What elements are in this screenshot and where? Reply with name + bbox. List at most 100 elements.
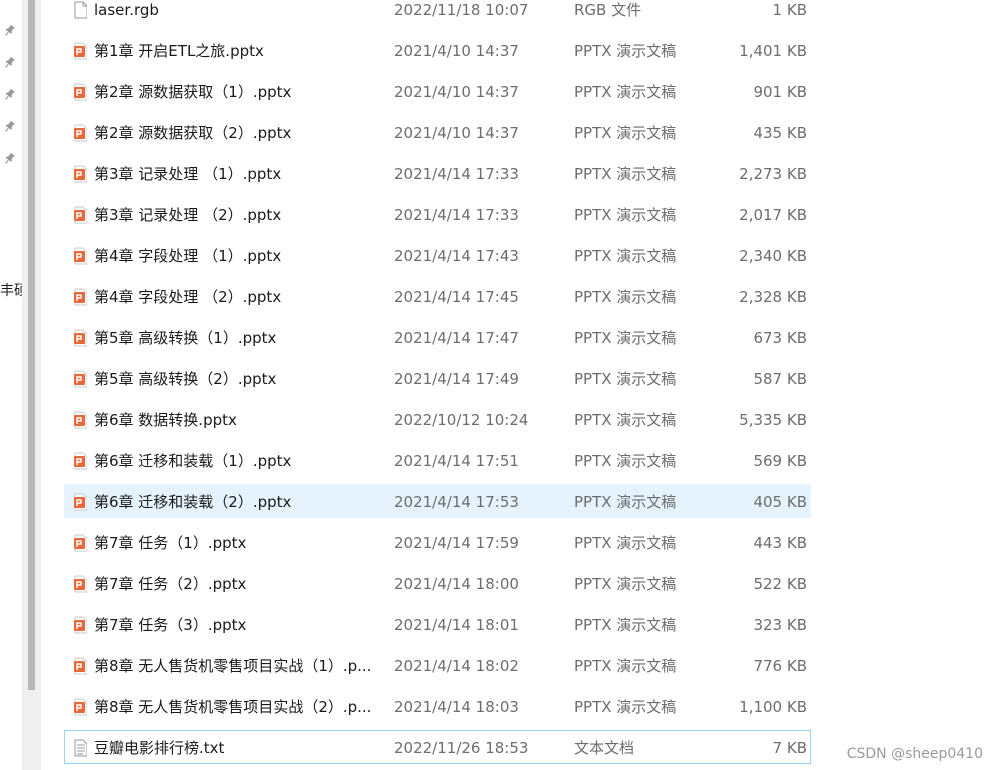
file-row[interactable]: 第6章 迁移和装载（2）.pptx 2021/4/14 17:53 PPTX 演示文… — [64, 484, 811, 518]
file-type: PPTX 演示文稿 — [574, 288, 677, 306]
file-type: PPTX 演示文稿 — [574, 452, 677, 470]
pptx-file-icon — [69, 116, 87, 150]
file-row[interactable]: laser.rgb 2022/11/18 10:07 RGB 文件 1 KB — [64, 0, 811, 26]
pin-icon[interactable] — [2, 24, 16, 38]
file-type: PPTX 演示文稿 — [574, 616, 677, 634]
file-name: 第4章 字段处理 （2）.pptx — [94, 288, 282, 306]
file-size: 2,273 KB — [739, 165, 807, 183]
file-date-modified: 2022/10/12 10:24 — [394, 411, 529, 429]
file-row[interactable]: 第6章 迁移和装载（1）.pptx 2021/4/14 17:51 PPTX 演示文… — [64, 443, 811, 477]
file-size: 569 KB — [753, 452, 807, 470]
file-type: PPTX 演示文稿 — [574, 411, 677, 429]
file-type: PPTX 演示文稿 — [574, 370, 677, 388]
file-size: 522 KB — [753, 575, 807, 593]
file-size: 587 KB — [753, 370, 807, 388]
file-type: PPTX 演示文稿 — [574, 329, 677, 347]
file-date-modified: 2021/4/10 14:37 — [394, 42, 519, 60]
file-type: PPTX 演示文稿 — [574, 698, 677, 716]
file-date-modified: 2022/11/18 10:07 — [394, 1, 529, 19]
file-row[interactable]: 第8章 无人售货机零售项目实战（1）.p... 2021/4/14 18:02 PP… — [64, 648, 811, 682]
file-row[interactable]: 第7章 任务（2）.pptx 2021/4/14 18:00 PPTX 演示文稿 52… — [64, 566, 811, 600]
file-name: 第6章 数据转换.pptx — [94, 411, 237, 429]
file-type: PPTX 演示文稿 — [574, 124, 677, 142]
pptx-file-icon — [69, 690, 87, 724]
file-row[interactable]: 豆瓣电影排行榜.txt 2022/11/26 18:53 文本文档 7 KB — [64, 730, 811, 764]
file-name: 第5章 高级转换（2）.pptx — [94, 370, 277, 388]
file-date-modified: 2021/4/10 14:37 — [394, 83, 519, 101]
file-row[interactable]: 第4章 字段处理 （2）.pptx 2021/4/14 17:45 PPTX 演示文… — [64, 279, 811, 313]
file-type: PPTX 演示文稿 — [574, 493, 677, 511]
file-name: 第5章 高级转换（1）.pptx — [94, 329, 277, 347]
file-name: 第6章 迁移和装载（2）.pptx — [94, 493, 292, 511]
nav-scrollbar-thumb[interactable] — [28, 0, 35, 690]
pptx-file-icon — [69, 198, 87, 232]
file-row[interactable]: 第1章 开启ETL之旅.pptx 2021/4/10 14:37 PPTX 演示文稿… — [64, 33, 811, 67]
file-date-modified: 2021/4/14 18:00 — [394, 575, 519, 593]
file-type: 文本文档 — [574, 739, 635, 757]
file-date-modified: 2021/4/14 18:02 — [394, 657, 519, 675]
file-name: 第2章 源数据获取（1）.pptx — [94, 83, 292, 101]
pptx-file-icon — [69, 34, 87, 68]
file-row[interactable]: 第2章 源数据获取（2）.pptx 2021/4/10 14:37 PPTX 演示文… — [64, 115, 811, 149]
file-row[interactable]: 第7章 任务（3）.pptx 2021/4/14 18:01 PPTX 演示文稿 32… — [64, 607, 811, 641]
file-name: 第3章 记录处理 （2）.pptx — [94, 206, 282, 224]
text-file-icon — [69, 731, 87, 765]
file-name: 第7章 任务（2）.pptx — [94, 575, 247, 593]
file-date-modified: 2021/4/14 17:49 — [394, 370, 519, 388]
file-size: 1 KB — [772, 1, 807, 19]
file-row[interactable]: 第8章 无人售货机零售项目实战（2）.p... 2021/4/14 18:03 PP… — [64, 689, 811, 723]
file-size: 901 KB — [753, 83, 807, 101]
generic-file-icon — [69, 0, 87, 27]
file-type: PPTX 演示文稿 — [574, 42, 677, 60]
file-row[interactable]: 第7章 任务（1）.pptx 2021/4/14 17:59 PPTX 演示文稿 44… — [64, 525, 811, 559]
file-row[interactable]: 第3章 记录处理 （2）.pptx 2021/4/14 17:33 PPTX 演示文… — [64, 197, 811, 231]
file-name: 第2章 源数据获取（2）.pptx — [94, 124, 292, 142]
navigation-pane: 丰硕 — [0, 0, 28, 770]
file-size: 2,328 KB — [739, 288, 807, 306]
file-date-modified: 2021/4/14 17:53 — [394, 493, 519, 511]
file-size: 5,335 KB — [739, 411, 807, 429]
file-name: 第7章 任务（3）.pptx — [94, 616, 247, 634]
file-row[interactable]: 第5章 高级转换（2）.pptx 2021/4/14 17:49 PPTX 演示文稿… — [64, 361, 811, 395]
file-name: 第1章 开启ETL之旅.pptx — [94, 42, 264, 60]
file-type: RGB 文件 — [574, 1, 642, 19]
file-type: PPTX 演示文稿 — [574, 247, 677, 265]
pptx-file-icon — [69, 239, 87, 273]
pptx-file-icon — [69, 526, 87, 560]
pin-icon[interactable] — [2, 88, 16, 102]
file-date-modified: 2021/4/14 17:43 — [394, 247, 519, 265]
file-row[interactable]: 第6章 数据转换.pptx 2022/10/12 10:24 PPTX 演示文稿 5,… — [64, 402, 811, 436]
file-date-modified: 2021/4/14 17:59 — [394, 534, 519, 552]
file-name: 豆瓣电影排行榜.txt — [94, 739, 225, 757]
file-date-modified: 2021/4/14 17:33 — [394, 206, 519, 224]
file-size: 776 KB — [753, 657, 807, 675]
file-row[interactable]: 第2章 源数据获取（1）.pptx 2021/4/10 14:37 PPTX 演示文… — [64, 74, 811, 108]
file-name: 第8章 无人售货机零售项目实战（2）.p... — [94, 698, 372, 716]
pin-icon[interactable] — [2, 56, 16, 70]
file-type: PPTX 演示文稿 — [574, 657, 677, 675]
pin-icon[interactable] — [2, 152, 16, 166]
file-name: laser.rgb — [94, 1, 159, 19]
file-row[interactable]: 第5章 高级转换（1）.pptx 2021/4/14 17:47 PPTX 演示文稿… — [64, 320, 811, 354]
pptx-file-icon — [69, 567, 87, 601]
file-size: 1,401 KB — [739, 42, 807, 60]
file-date-modified: 2021/4/10 14:37 — [394, 124, 519, 142]
pptx-file-icon — [69, 485, 87, 519]
pptx-file-icon — [69, 280, 87, 314]
pin-icon[interactable] — [2, 120, 16, 134]
file-row[interactable]: 第4章 字段处理 （1）.pptx 2021/4/14 17:43 PPTX 演示文… — [64, 238, 811, 272]
file-type: PPTX 演示文稿 — [574, 534, 677, 552]
file-date-modified: 2021/4/14 17:51 — [394, 452, 519, 470]
file-name: 第4章 字段处理 （1）.pptx — [94, 247, 282, 265]
file-size: 435 KB — [753, 124, 807, 142]
file-type: PPTX 演示文稿 — [574, 206, 677, 224]
pptx-file-icon — [69, 649, 87, 683]
file-date-modified: 2022/11/26 18:53 — [394, 739, 529, 757]
file-name: 第6章 迁移和装载（1）.pptx — [94, 452, 292, 470]
file-list: laser.rgb 2022/11/18 10:07 RGB 文件 1 KB 第1章 开… — [64, 0, 824, 770]
file-size: 2,340 KB — [739, 247, 807, 265]
file-size: 673 KB — [753, 329, 807, 347]
file-name: 第8章 无人售货机零售项目实战（1）.p... — [94, 657, 372, 675]
file-type: PPTX 演示文稿 — [574, 83, 677, 101]
file-row[interactable]: 第3章 记录处理 （1）.pptx 2021/4/14 17:33 PPTX 演示文… — [64, 156, 811, 190]
